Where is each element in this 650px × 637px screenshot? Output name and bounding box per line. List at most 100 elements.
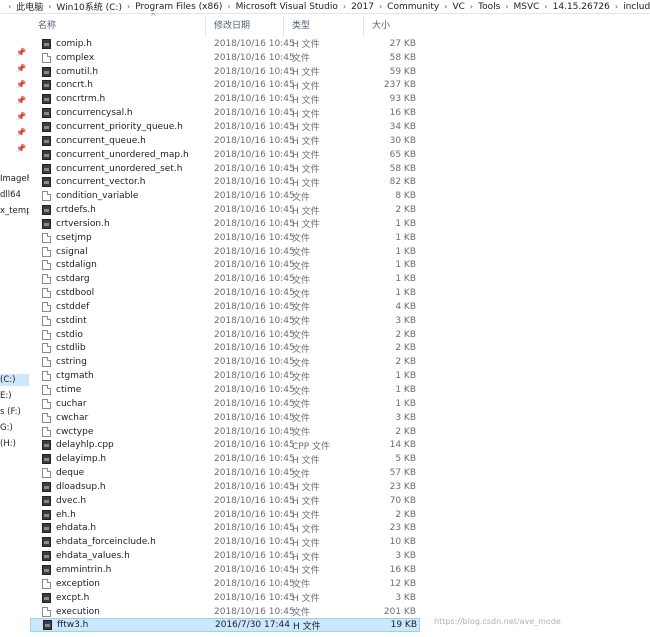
breadcrumb-item[interactable]: Tools <box>478 2 500 12</box>
file-name: concurrent_vector.h <box>56 177 146 188</box>
file-size: 1 KB <box>395 232 416 243</box>
breadcrumb-item[interactable]: include <box>623 2 650 12</box>
file-row[interactable]: cstdio 2018/10/16 10:45 文件 2 KB <box>30 328 420 342</box>
file-row[interactable]: csignal 2018/10/16 10:45 文件 1 KB <box>30 245 420 259</box>
nav-item-h-drive[interactable]: (H:) <box>0 439 29 449</box>
file-row[interactable]: comip.h 2018/10/16 10:45 H 文件 27 KB <box>30 37 420 51</box>
nav-item-imagef[interactable]: ImageF <box>0 174 29 184</box>
nav-item-dll64[interactable]: dll64 <box>0 190 29 200</box>
breadcrumb-chevron-icon[interactable]: › <box>343 2 346 11</box>
file-row[interactable]: cstdlib 2018/10/16 10:45 文件 2 KB <box>30 342 420 356</box>
nav-item-x-templ[interactable]: x_templ <box>0 206 29 216</box>
file-row[interactable]: delayhlp.cpp 2018/10/16 10:45 CPP 文件 14 KB <box>30 438 420 452</box>
breadcrumb-chevron-icon[interactable]: › <box>470 2 473 11</box>
file-name: cwchar <box>56 412 89 423</box>
file-row[interactable]: eh.h 2018/10/16 10:45 H 文件 2 KB <box>30 508 420 522</box>
pin-icon[interactable]: 📌 <box>16 144 26 153</box>
nav-item-c-drive[interactable]: (C:) <box>0 374 29 386</box>
breadcrumb-chevron-icon[interactable]: › <box>227 2 230 11</box>
file-row[interactable]: ehdata_forceinclude.h 2018/10/16 10:45 H 文… <box>30 535 420 549</box>
source-file-icon <box>42 495 51 506</box>
file-row[interactable]: fftw3.h 2016/7/30 17:44 H 文件 19 KB <box>30 618 420 633</box>
breadcrumb-item[interactable]: Win10系统 (C:) <box>56 0 122 13</box>
file-row[interactable]: deque 2018/10/16 10:45 文件 57 KB <box>30 466 420 480</box>
file-row[interactable]: concurrent_priority_queue.h 2018/10/16 10… <box>30 120 420 134</box>
file-row[interactable]: ehdata.h 2018/10/16 10:45 H 文件 23 KB <box>30 522 420 536</box>
file-row[interactable]: ctgmath 2018/10/16 10:45 文件 1 KB <box>30 369 420 383</box>
breadcrumb-chevron-icon[interactable]: › <box>444 2 447 11</box>
file-name: eh.h <box>56 509 76 520</box>
source-file-icon <box>42 135 51 146</box>
pin-icon[interactable]: 📌 <box>16 80 26 89</box>
file-icon <box>42 468 51 479</box>
nav-item-f-drive[interactable]: s (F:) <box>0 407 29 417</box>
breadcrumb-item[interactable]: Microsoft Visual Studio <box>236 2 338 12</box>
file-row[interactable]: concurrent_unordered_map.h 2018/10/16 10:… <box>30 148 420 162</box>
file-name: cuchar <box>56 398 87 409</box>
breadcrumb-item[interactable]: Program Files (x86) <box>135 2 222 12</box>
file-row[interactable]: concurrencysal.h 2018/10/16 10:45 H 文件 16 K… <box>30 106 420 120</box>
file-name: delayhlp.cpp <box>56 440 114 451</box>
pin-icon[interactable]: 📌 <box>16 48 26 57</box>
file-row[interactable]: concrtrm.h 2018/10/16 10:45 H 文件 93 KB <box>30 92 420 106</box>
file-row[interactable]: cstddef 2018/10/16 10:45 文件 4 KB <box>30 300 420 314</box>
breadcrumb-item[interactable]: 此电脑 <box>16 0 43 13</box>
breadcrumb-chevron-icon[interactable]: › <box>48 2 51 11</box>
pin-icon[interactable]: 📌 <box>16 96 26 105</box>
file-row[interactable]: condition_variable 2018/10/16 10:45 文件 8 KB <box>30 189 420 203</box>
file-row[interactable]: cstdint 2018/10/16 10:45 文件 3 KB <box>30 314 420 328</box>
file-row[interactable]: exception 2018/10/16 10:45 文件 12 KB <box>30 577 420 591</box>
file-row[interactable]: concurrent_vector.h 2018/10/16 10:45 H 文件 8… <box>30 175 420 189</box>
file-row[interactable]: emmintrin.h 2018/10/16 10:45 H 文件 16 KB <box>30 563 420 577</box>
file-row[interactable]: execution 2018/10/16 10:45 文件 201 KB <box>30 605 420 619</box>
file-row[interactable]: cstring 2018/10/16 10:45 文件 2 KB <box>30 355 420 369</box>
breadcrumb-chevron-icon[interactable]: › <box>8 2 11 11</box>
file-row[interactable]: dvec.h 2018/10/16 10:45 H 文件 70 KB <box>30 494 420 508</box>
file-size: 14 KB <box>389 440 416 451</box>
column-type[interactable]: 类型 <box>284 16 364 36</box>
file-row[interactable]: cwctype 2018/10/16 10:45 文件 2 KB <box>30 425 420 439</box>
file-row[interactable]: csetjmp 2018/10/16 10:45 文件 1 KB <box>30 231 420 245</box>
breadcrumb-item[interactable]: 2017 <box>351 2 374 12</box>
file-row[interactable]: concurrent_unordered_set.h 2018/10/16 10:… <box>30 162 420 176</box>
breadcrumb-chevron-icon[interactable]: › <box>505 2 508 11</box>
file-row[interactable]: cstdalign 2018/10/16 10:45 文件 1 KB <box>30 259 420 273</box>
file-row[interactable]: ehdata_values.h 2018/10/16 10:45 H 文件 3 KB <box>30 549 420 563</box>
pin-icon[interactable]: 📌 <box>16 112 26 121</box>
breadcrumb-item[interactable]: MSVC <box>514 2 540 12</box>
file-row[interactable]: cuchar 2018/10/16 10:45 文件 1 KB <box>30 397 420 411</box>
file-row[interactable]: concrt.h 2018/10/16 10:45 H 文件 237 KB <box>30 79 420 93</box>
column-name[interactable]: 名称 <box>30 16 206 36</box>
file-row[interactable]: crtversion.h 2018/10/16 10:45 H 文件 1 KB <box>30 217 420 231</box>
nav-item-e-drive[interactable]: E:) <box>0 391 29 401</box>
column-date[interactable]: 修改日期 <box>206 16 284 36</box>
breadcrumb-chevron-icon[interactable]: › <box>615 2 618 11</box>
breadcrumb-chevron-icon[interactable]: › <box>544 2 547 11</box>
breadcrumb-chevron-icon[interactable]: › <box>127 2 130 11</box>
breadcrumb-chevron-icon[interactable]: › <box>379 2 382 11</box>
file-row[interactable]: concurrent_queue.h 2018/10/16 10:45 H 文件 30… <box>30 134 420 148</box>
file-modified-date: 2018/10/16 10:45 <box>214 80 295 91</box>
file-size: 58 KB <box>389 163 416 174</box>
breadcrumb-item[interactable]: VC <box>452 2 464 12</box>
file-row[interactable]: cwchar 2018/10/16 10:45 文件 3 KB <box>30 411 420 425</box>
pin-icon[interactable]: 📌 <box>16 128 26 137</box>
file-modified-date: 2018/10/16 10:45 <box>214 495 295 506</box>
file-row[interactable]: comutil.h 2018/10/16 10:45 H 文件 59 KB <box>30 65 420 79</box>
breadcrumb-item[interactable]: Community <box>387 2 439 12</box>
file-row[interactable]: complex 2018/10/16 10:45 文件 58 KB <box>30 51 420 65</box>
file-row[interactable]: cstdarg 2018/10/16 10:45 文件 1 KB <box>30 272 420 286</box>
file-type: H 文件 <box>292 455 320 466</box>
file-row[interactable]: excpt.h 2018/10/16 10:45 H 文件 3 KB <box>30 591 420 605</box>
file-row[interactable]: dloadsup.h 2018/10/16 10:45 H 文件 23 KB <box>30 480 420 494</box>
file-row[interactable]: delayimp.h 2018/10/16 10:45 H 文件 5 KB <box>30 452 420 466</box>
address-bar[interactable]: › 此电脑 › Win10系统 (C:) › Program Files (x86) › Mi… <box>0 0 650 14</box>
breadcrumb-item[interactable]: 14.15.26726 <box>553 2 610 12</box>
file-row[interactable]: crtdefs.h 2018/10/16 10:45 H 文件 2 KB <box>30 203 420 217</box>
nav-item-g-drive[interactable]: G:) <box>0 423 29 433</box>
file-name: cstdio <box>56 329 83 340</box>
file-row[interactable]: ctime 2018/10/16 10:45 文件 1 KB <box>30 383 420 397</box>
column-size[interactable]: 大小 <box>364 16 416 36</box>
file-row[interactable]: cstdbool 2018/10/16 10:45 文件 1 KB <box>30 286 420 300</box>
pin-icon[interactable]: 📌 <box>16 64 26 73</box>
